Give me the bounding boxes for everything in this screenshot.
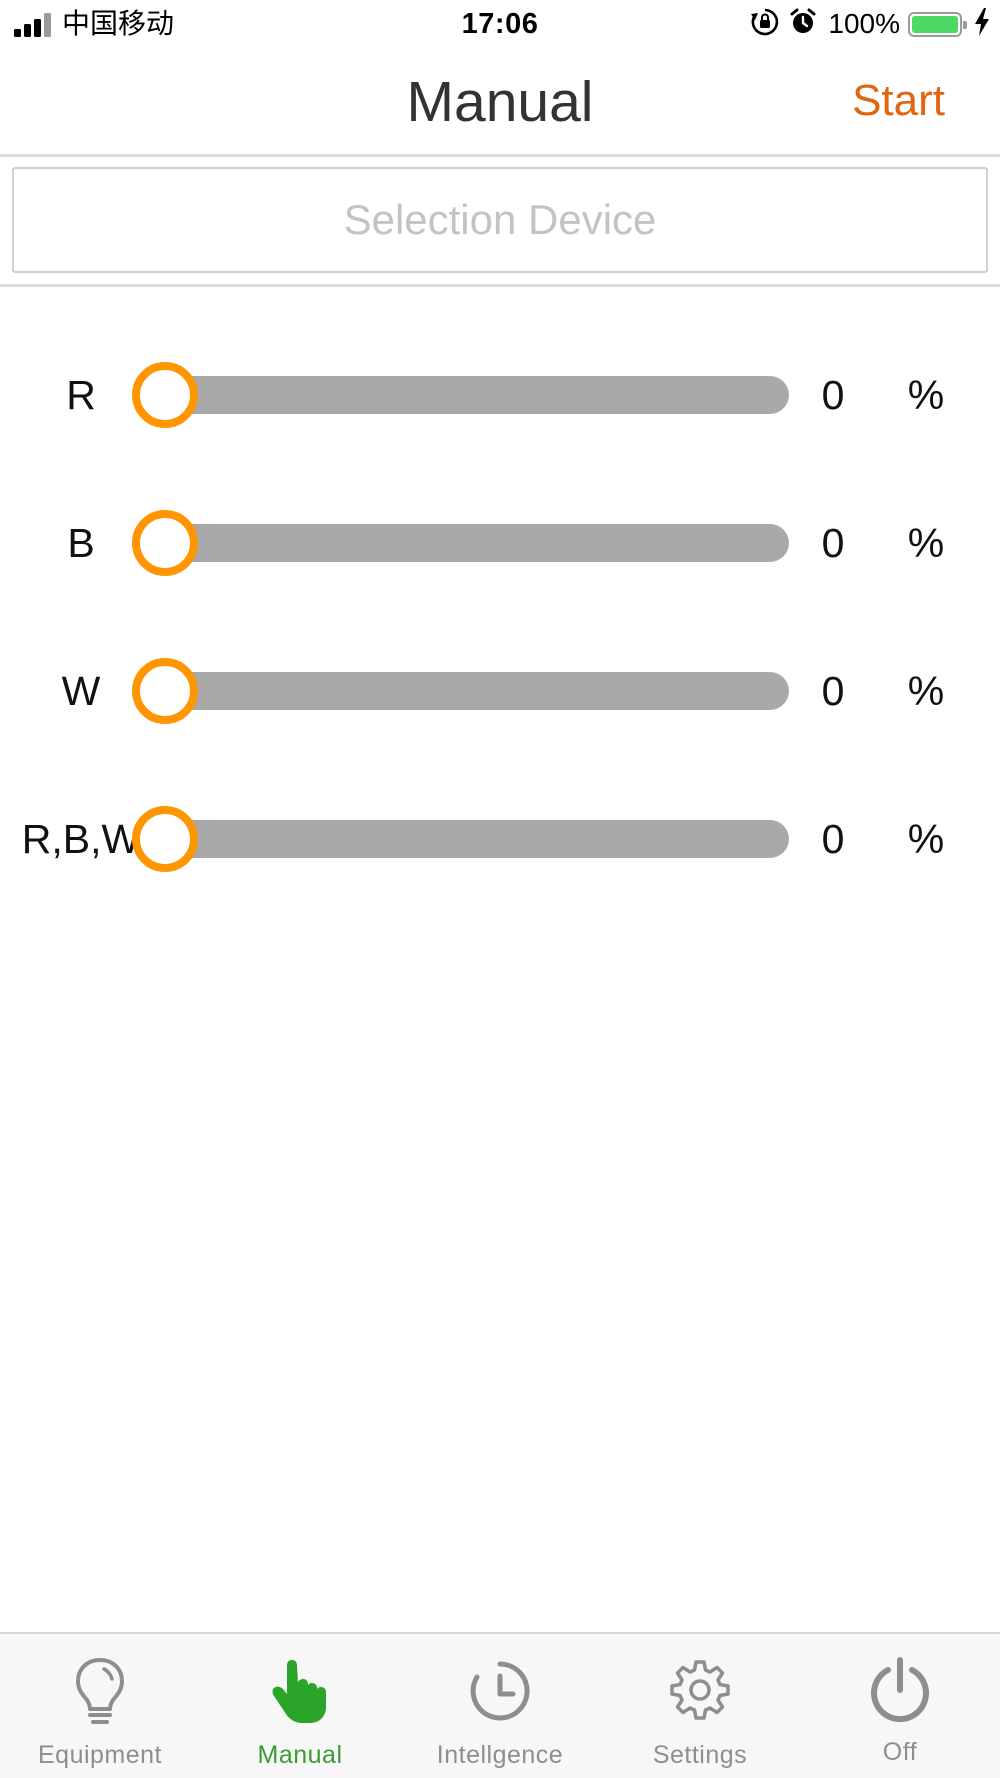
start-button[interactable]: Start	[852, 74, 945, 128]
navigation-bar: Manual Start	[0, 50, 1000, 157]
rbw-slider-thumb[interactable]	[132, 806, 198, 872]
battery-icon	[908, 11, 967, 37]
slider-unit: %	[907, 668, 945, 714]
status-bar: 中国移动 17:06 100%	[0, 0, 1000, 50]
tab-off[interactable]: Off	[800, 1634, 1000, 1778]
selection-device-field[interactable]: Selection Device	[12, 167, 988, 273]
slider-value: 0	[821, 668, 845, 714]
slider-unit: %	[907, 816, 945, 862]
tab-label: Equipment	[37, 1741, 163, 1769]
charging-bolt-icon	[974, 7, 990, 42]
slider-row-w: W 0 %	[0, 654, 1000, 728]
b-slider-thumb[interactable]	[132, 510, 198, 576]
tab-label: Off	[882, 1738, 918, 1766]
hand-pointer-icon	[272, 1660, 326, 1723]
divider	[0, 284, 1000, 287]
r-slider-thumb[interactable]	[132, 362, 198, 428]
tab-label: Manual	[257, 1741, 343, 1769]
tab-settings[interactable]: Settings	[600, 1634, 800, 1778]
slider-row-b: B 0 %	[0, 506, 1000, 580]
slider-row-rbw: R,B,W 0 %	[0, 802, 1000, 876]
tab-manual[interactable]: Manual	[200, 1634, 400, 1778]
w-slider-track[interactable]	[139, 672, 789, 710]
slider-row-r: R 0 %	[0, 358, 1000, 432]
r-slider-track[interactable]	[139, 376, 789, 414]
power-icon	[871, 1657, 929, 1722]
lightbulb-icon	[76, 1658, 124, 1724]
tab-equipment[interactable]: Equipment	[0, 1634, 200, 1778]
page-title: Manual	[406, 70, 594, 134]
b-slider-track[interactable]	[139, 524, 789, 562]
battery-percent: 100%	[828, 8, 900, 39]
tab-intelligence[interactable]: Intellgence	[400, 1634, 600, 1778]
w-slider-thumb[interactable]	[132, 658, 198, 724]
slider-value: 0	[821, 372, 845, 418]
alarm-icon	[788, 7, 818, 42]
gear-icon	[670, 1660, 730, 1720]
tab-label: Intellgence	[436, 1741, 564, 1769]
slider-unit: %	[907, 372, 945, 418]
slider-unit: %	[907, 520, 945, 566]
slider-value: 0	[821, 816, 845, 862]
tab-bar: Equipment Manual Intellgence Settings Of…	[0, 1632, 1000, 1778]
rbw-slider-track[interactable]	[139, 820, 789, 858]
clock-icon	[470, 1661, 530, 1721]
status-indicators: 100%	[750, 6, 990, 42]
tab-label: Settings	[652, 1741, 748, 1769]
rotation-lock-icon	[750, 7, 780, 42]
slider-value: 0	[821, 520, 845, 566]
